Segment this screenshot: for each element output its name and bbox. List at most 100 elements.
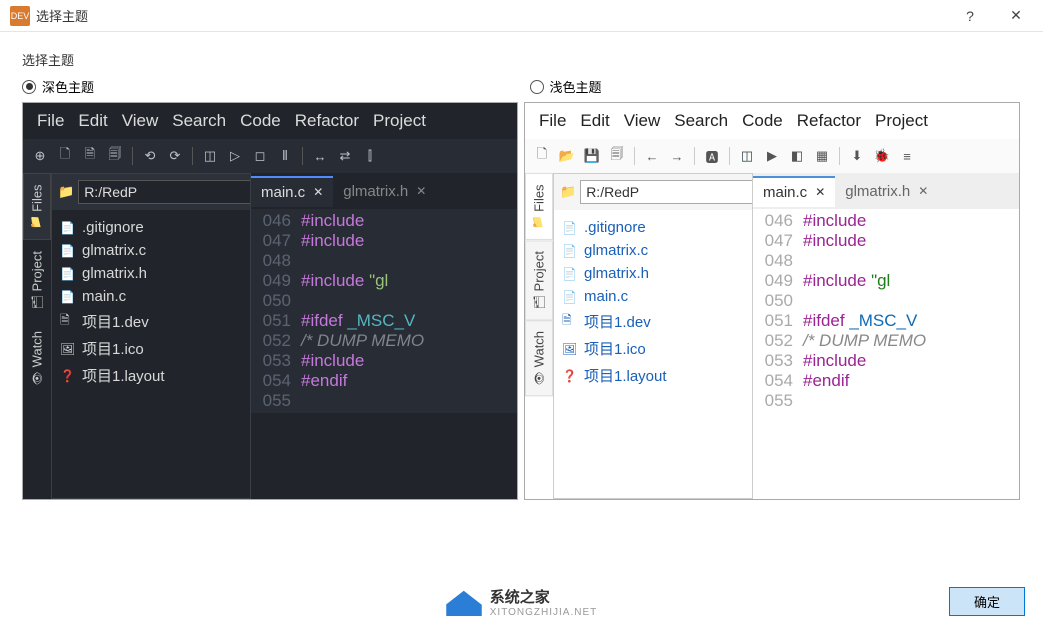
menu-edit[interactable]: Edit bbox=[72, 109, 113, 133]
file-item[interactable]: 📄main.c bbox=[558, 285, 748, 308]
toolbar-icon[interactable]: ⫴ bbox=[274, 145, 296, 167]
file-item[interactable]: 🗎项目1.dev bbox=[56, 308, 246, 335]
file-icon: 📄 bbox=[60, 290, 76, 304]
toolbar: 🗋📂💾🗐 ←→ 🅰 ◫▶◧▦ ⬇🐞≡ bbox=[525, 139, 1019, 173]
editor-tab[interactable]: main.c ✕ bbox=[753, 176, 835, 207]
line-number: 049 bbox=[753, 271, 803, 291]
file-name: glmatrix.c bbox=[82, 242, 146, 259]
toolbar-icon[interactable]: 📂 bbox=[556, 145, 578, 167]
toolbar-icon[interactable]: → bbox=[666, 145, 688, 167]
line-number: 050 bbox=[753, 291, 803, 311]
path-input[interactable] bbox=[78, 180, 251, 204]
toolbar-icon[interactable]: ◧ bbox=[786, 145, 808, 167]
code-area[interactable]: 046#include 047#include 048049#include "… bbox=[753, 209, 1019, 413]
code-line: 051#ifdef _MSC_V bbox=[251, 311, 517, 331]
radio-light-theme[interactable]: 浅色主题 bbox=[530, 77, 1022, 96]
toolbar-icon[interactable]: 🗐 bbox=[606, 145, 628, 167]
file-item[interactable]: 📄glmatrix.c bbox=[56, 239, 246, 262]
file-list: 📄.gitignore📄glmatrix.c📄glmatrix.h📄main.c… bbox=[554, 210, 752, 395]
toolbar-icon[interactable]: ◻ bbox=[249, 145, 271, 167]
menu-project[interactable]: Project bbox=[869, 109, 934, 133]
close-icon[interactable]: ✕ bbox=[918, 184, 928, 198]
editor-tab[interactable]: glmatrix.h✕ bbox=[835, 177, 938, 206]
file-item[interactable]: 📄glmatrix.c bbox=[558, 239, 748, 262]
radio-dark-theme[interactable]: 深色主题 bbox=[22, 77, 514, 96]
file-item[interactable]: 🖼项目1.ico bbox=[558, 335, 748, 362]
toolbar-icon[interactable]: ≡ bbox=[896, 145, 918, 167]
toolbar-icon[interactable]: ▦ bbox=[811, 145, 833, 167]
toolbar-icon[interactable]: 🗎 bbox=[79, 145, 101, 167]
close-icon[interactable]: ✕ bbox=[313, 185, 323, 199]
toolbar-icon[interactable]: 🗋 bbox=[531, 145, 553, 167]
line-number: 053 bbox=[251, 351, 301, 371]
line-number: 054 bbox=[251, 371, 301, 391]
toolbar-icon[interactable]: ⇄ bbox=[334, 145, 356, 167]
toolbar: ⊕🗋🗎🗐 ⟲⟳ ◫▷◻⫴ ↔⇄⫿ bbox=[23, 139, 517, 173]
side-tab-project[interactable]: 🗂Project bbox=[23, 240, 51, 320]
path-input[interactable] bbox=[580, 180, 753, 204]
toolbar-icon[interactable]: ⟳ bbox=[164, 145, 186, 167]
toolbar-icon[interactable]: ⊕ bbox=[29, 145, 51, 167]
file-item[interactable]: 🖼项目1.ico bbox=[56, 335, 246, 362]
side-tab-project[interactable]: 🗂Project bbox=[525, 240, 553, 320]
toolbar-icon[interactable]: 🗋 bbox=[54, 145, 76, 167]
editor-tab[interactable]: main.c✕ bbox=[251, 176, 333, 207]
menu-search[interactable]: Search bbox=[166, 109, 232, 133]
help-button[interactable]: ? bbox=[947, 1, 993, 31]
file-item[interactable]: ❓项目1.layout bbox=[56, 362, 246, 389]
file-item[interactable]: 📄glmatrix.h bbox=[558, 262, 748, 285]
menu-search[interactable]: Search bbox=[668, 109, 734, 133]
file-item[interactable]: 🗎项目1.dev bbox=[558, 308, 748, 335]
menu-refactor[interactable]: Refactor bbox=[791, 109, 867, 133]
toolbar-icon[interactable]: ▷ bbox=[224, 145, 246, 167]
toolbar-icon[interactable]: 🅰 bbox=[701, 145, 723, 167]
file-icon: 🖼 bbox=[562, 342, 578, 356]
toolbar-icon[interactable]: ⫿ bbox=[359, 145, 381, 167]
side-tab-files[interactable]: 📁Files bbox=[23, 173, 51, 240]
menu-file[interactable]: File bbox=[533, 109, 572, 133]
side-tab-watch[interactable]: 👁Watch bbox=[525, 320, 553, 396]
menu-edit[interactable]: Edit bbox=[574, 109, 615, 133]
toolbar-icon[interactable]: ← bbox=[641, 145, 663, 167]
file-icon: 🖼 bbox=[60, 342, 76, 356]
code-area[interactable]: 046#include 047#include 048049#include "… bbox=[251, 209, 517, 413]
line-number: 052 bbox=[251, 331, 301, 351]
side-tab-watch[interactable]: 👁Watch bbox=[23, 320, 51, 396]
tab-label: main.c bbox=[763, 184, 807, 201]
menu-view[interactable]: View bbox=[618, 109, 667, 133]
toolbar-icon[interactable]: 🐞 bbox=[871, 145, 893, 167]
menu-code[interactable]: Code bbox=[234, 109, 287, 133]
file-item[interactable]: 📄glmatrix.h bbox=[56, 262, 246, 285]
menu-view[interactable]: View bbox=[116, 109, 165, 133]
menu-project[interactable]: Project bbox=[367, 109, 432, 133]
menu-file[interactable]: File bbox=[31, 109, 70, 133]
toolbar-icon[interactable]: ▶ bbox=[761, 145, 783, 167]
file-item[interactable]: 📄main.c bbox=[56, 285, 246, 308]
toolbar-icon[interactable]: ⟲ bbox=[139, 145, 161, 167]
file-name: .gitignore bbox=[82, 219, 144, 236]
ok-button[interactable]: 确定 bbox=[949, 587, 1025, 616]
line-number: 047 bbox=[753, 231, 803, 251]
code-line: 049#include "gl bbox=[753, 271, 1019, 291]
close-icon[interactable]: ✕ bbox=[815, 185, 825, 199]
editor-tabs: main.c✕glmatrix.h✕ bbox=[251, 173, 517, 209]
editor-tab[interactable]: glmatrix.h✕ bbox=[333, 177, 436, 206]
radio-label: 深色主题 bbox=[42, 77, 94, 96]
toolbar-icon[interactable]: 🗐 bbox=[104, 145, 126, 167]
menu-code[interactable]: Code bbox=[736, 109, 789, 133]
menu-refactor[interactable]: Refactor bbox=[289, 109, 365, 133]
file-item[interactable]: 📄.gitignore bbox=[558, 216, 748, 239]
folder-icon: 📁 bbox=[58, 182, 74, 202]
toolbar-icon[interactable]: ◫ bbox=[736, 145, 758, 167]
close-icon[interactable]: ✕ bbox=[416, 184, 426, 198]
file-panel: 📁 ▾ 🗀 ◎ 📄.gitignore📄glmatrix.c📄glmatrix.… bbox=[51, 173, 251, 499]
close-button[interactable]: ✕ bbox=[993, 1, 1039, 31]
code-line: 054#endif bbox=[251, 371, 517, 391]
toolbar-icon[interactable]: ↔ bbox=[309, 145, 331, 167]
toolbar-icon[interactable]: ◫ bbox=[199, 145, 221, 167]
file-item[interactable]: 📄.gitignore bbox=[56, 216, 246, 239]
file-item[interactable]: ❓项目1.layout bbox=[558, 362, 748, 389]
toolbar-icon[interactable]: 💾 bbox=[581, 145, 603, 167]
side-tab-files[interactable]: 📁Files bbox=[525, 173, 553, 240]
toolbar-icon[interactable]: ⬇ bbox=[846, 145, 868, 167]
